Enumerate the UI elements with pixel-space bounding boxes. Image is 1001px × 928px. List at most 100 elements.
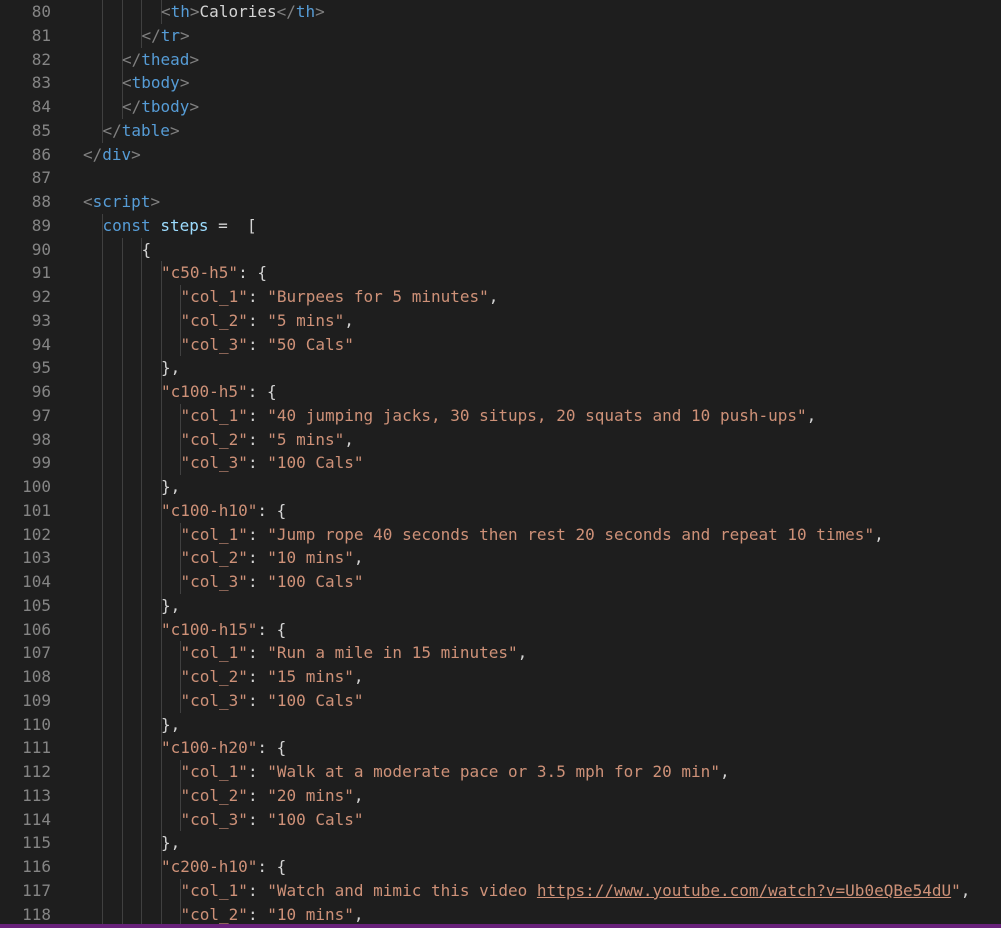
code-token: "col_2" [180, 785, 248, 805]
code-token: "20 mins" [267, 785, 354, 805]
code-token: > [189, 2, 200, 21]
code-line[interactable]: 118 "col_2": "10 mins", [0, 902, 1001, 925]
code-line[interactable]: 92 "col_1": "Burpees for 5 minutes", [0, 285, 1001, 309]
indent-guide [102, 522, 103, 547]
indent-guide [121, 237, 123, 262]
code-token: : { [247, 382, 277, 401]
indent-guide [160, 308, 162, 333]
code-line[interactable]: 86 </div> [0, 143, 1001, 167]
indent-guide [102, 285, 103, 309]
line-number: 91 [31, 263, 51, 283]
indent-guide [102, 831, 103, 855]
code-token: }, [161, 833, 181, 853]
code-line[interactable]: 103 "col_2": "10 mins", [0, 546, 1001, 570]
code-token: "10 mins" [267, 904, 354, 924]
code-text: }, [161, 475, 180, 499]
code-text: "c100-h15": { [161, 618, 286, 642]
code-line[interactable]: 116 "c200-h10": { [0, 855, 1001, 879]
code-line[interactable]: 94 "col_3": "50 Cals" [0, 332, 1001, 357]
code-token: : [247, 287, 268, 306]
line-number: 90 [31, 239, 51, 259]
code-token: "col_1" [180, 762, 248, 781]
indent-guide [141, 760, 142, 784]
code-token: }, [161, 714, 181, 734]
code-editor[interactable]: 80 <th>Calories</th> 81 </tr> 82 </thead> 83 <t… [0, 0, 1001, 924]
code-line[interactable]: 85 </table> [0, 118, 1001, 143]
code-token: "col_2" [180, 310, 248, 330]
line-number: 100 [22, 477, 51, 496]
code-token: : [247, 880, 268, 900]
code-line[interactable]: 90 { [0, 237, 1001, 262]
code-line[interactable]: 117 "col_1": "Watch and mimic this video … [0, 878, 1001, 903]
code-line[interactable]: 87 [0, 166, 1001, 190]
code-token: : { [257, 738, 287, 758]
code-line[interactable]: 106 "c100-h15": { [0, 617, 1001, 642]
indent-guide [160, 451, 162, 475]
indent-guide [160, 546, 162, 570]
code-line[interactable]: 101 "c100-h10": { [0, 498, 1001, 523]
line-number: 99 [31, 453, 51, 473]
code-line[interactable]: 84 </tbody> [0, 95, 1001, 119]
code-token: : { [257, 500, 287, 520]
code-line[interactable]: 80 <th>Calories</th> [0, 0, 1001, 24]
code-token: "col_3" [180, 809, 248, 829]
code-line[interactable]: 97 "col_1": "40 jumping jacks, 30 situps,… [0, 403, 1001, 428]
indent-guide [141, 831, 142, 855]
code-token: "5 mins" [267, 429, 345, 449]
code-line[interactable]: 112 "col_1": "Walk at a moderate pace or … [0, 760, 1001, 784]
code-token: > [169, 120, 180, 140]
indent-guide [102, 498, 103, 523]
indent-guide [141, 855, 142, 879]
code-link[interactable]: https://www.youtube.com/watch?v=Ub0eQBe5… [537, 881, 951, 900]
code-token: , [874, 524, 884, 544]
code-token: "100 Cals" [267, 809, 364, 829]
code-text: "col_1": "Watch and mimic this video htt… [181, 879, 971, 903]
indent-guide [102, 0, 103, 24]
code-line[interactable]: 108 "col_2": "15 mins", [0, 665, 1001, 689]
indent-guide [141, 783, 142, 808]
code-line[interactable]: 109 "col_3": "100 Cals" [0, 688, 1001, 713]
code-token: : [247, 690, 268, 710]
code-token: "col_2" [180, 548, 248, 568]
code-line[interactable]: 113 "col_2": "20 mins", [0, 783, 1001, 808]
indent-guide [141, 878, 142, 903]
code-line[interactable]: 105}, [0, 593, 1001, 618]
code-text: "col_2": "5 mins", [181, 309, 354, 333]
code-line[interactable]: 104 "col_3": "100 Cals" [0, 570, 1001, 594]
code-line[interactable]: 89 const steps = [ [0, 213, 1001, 238]
code-line[interactable]: 88 <script> [0, 190, 1001, 214]
code-line[interactable]: 111 "c100-h20": { [0, 736, 1001, 760]
code-line[interactable]: 114 "col_3": "100 Cals" [0, 807, 1001, 832]
indent-guide [121, 498, 123, 523]
indent-guide [121, 570, 123, 594]
line-number: 112 [22, 762, 51, 781]
code-line[interactable]: 91 "c50-h5": { [0, 261, 1001, 285]
code-line[interactable]: 100}, [0, 475, 1001, 499]
code-line[interactable]: 115}, [0, 831, 1001, 855]
code-line[interactable]: 81 </tr> [0, 23, 1001, 48]
line-number: 92 [31, 287, 51, 306]
code-token: "100 Cals" [267, 572, 364, 591]
code-line[interactable]: 82 </thead> [0, 47, 1001, 72]
indent-guide [121, 427, 123, 452]
indent-guide [121, 308, 123, 333]
code-line[interactable]: 107 "col_1": "Run a mile in 15 minutes", [0, 641, 1001, 665]
code-token: "col_1" [180, 880, 248, 900]
code-line[interactable]: 95}, [0, 356, 1001, 380]
code-text: </thead> [122, 48, 199, 72]
code-line[interactable]: 98 "col_2": "5 mins", [0, 427, 1001, 452]
code-text: "col_2": "10 mins", [181, 903, 364, 925]
line-number: 88 [31, 192, 51, 211]
code-line[interactable]: 110}, [0, 712, 1001, 737]
code-token: "Jump rope 40 seconds then rest 20 secon… [267, 524, 875, 544]
code-line[interactable]: 99 "col_3": "100 Cals" [0, 451, 1001, 475]
code-line[interactable]: 93 "col_2": "5 mins", [0, 308, 1001, 333]
indent-guide [160, 688, 162, 713]
code-line[interactable]: 96 "c100-h5": { [0, 380, 1001, 404]
code-line[interactable]: 83 <tbody> [0, 71, 1001, 95]
code-token: steps [160, 215, 209, 235]
code-line[interactable]: 102 "col_1": "Jump rope 40 seconds then r… [0, 522, 1001, 547]
code-token: , [353, 785, 364, 805]
indent-guide [121, 665, 123, 689]
code-token: : [247, 667, 268, 686]
